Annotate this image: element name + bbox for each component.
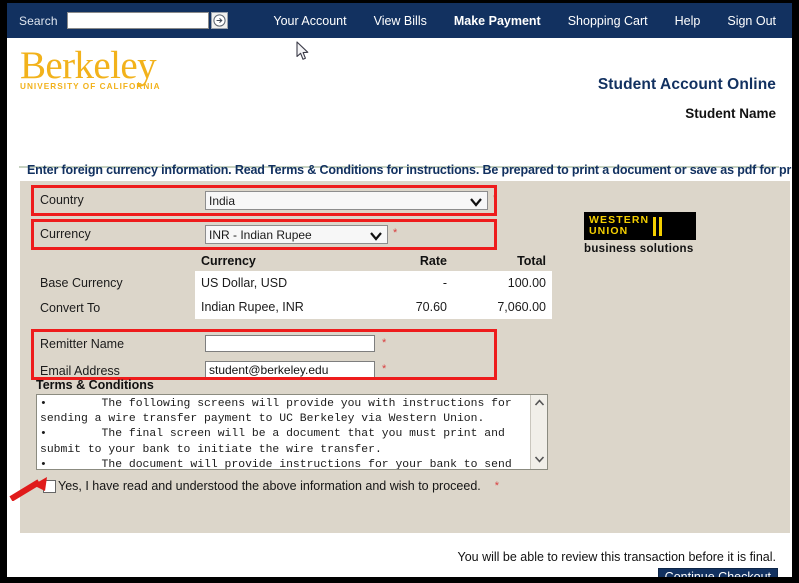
student-name: Student Name bbox=[685, 106, 776, 121]
western-union-mark: WESTERN UNION bbox=[584, 212, 696, 240]
wu-line-2: UNION bbox=[589, 225, 629, 237]
berkeley-logo[interactable]: Berkeley UNIVERSITY OF CALIFORNIA bbox=[20, 44, 235, 91]
nav-make-payment[interactable]: Make Payment bbox=[454, 14, 541, 28]
nav-sign-out[interactable]: Sign Out bbox=[727, 14, 776, 28]
currency-select[interactable]: INR - Indian Rupee bbox=[205, 225, 388, 244]
country-select[interactable]: India bbox=[205, 191, 488, 210]
table-row: Indian Rupee, INR 70.60 7,060.00 bbox=[195, 295, 552, 319]
currency-required-mark: * bbox=[393, 227, 398, 239]
brand-header: Berkeley UNIVERSITY OF CALIFORNIA Studen… bbox=[7, 38, 792, 168]
chevron-up-icon[interactable] bbox=[534, 399, 545, 407]
header-total: Total bbox=[452, 253, 552, 271]
browser-page: Search Your Account View Bills Make Paym… bbox=[0, 0, 799, 583]
arrow-right-circle-icon bbox=[213, 14, 226, 27]
cell-base-total: 100.00 bbox=[452, 271, 552, 295]
mouse-cursor-icon bbox=[296, 41, 310, 66]
convert-to-row-label: Convert To bbox=[40, 301, 101, 315]
cell-convert-currency: Indian Rupee, INR bbox=[195, 295, 383, 319]
primary-nav-links: Your Account View Bills Make Payment Sho… bbox=[273, 14, 792, 28]
instruction-text: Enter foreign currency information. Read… bbox=[27, 163, 799, 177]
nav-view-bills[interactable]: View Bills bbox=[374, 14, 427, 28]
footer-note: You will be able to review this transact… bbox=[457, 550, 776, 564]
table-row: US Dollar, USD - 100.00 bbox=[195, 271, 552, 295]
agreement-required-mark: * bbox=[494, 480, 500, 492]
berkeley-subwordmark: UNIVERSITY OF CALIFORNIA bbox=[20, 82, 161, 91]
page-title: Student Account Online bbox=[597, 76, 776, 93]
terms-title: Terms & Conditions bbox=[36, 378, 154, 392]
cell-base-currency: US Dollar, USD bbox=[195, 271, 383, 295]
terms-scrollbar[interactable] bbox=[530, 395, 547, 469]
agreement-row: Yes, I have read and understood the abov… bbox=[43, 479, 499, 493]
top-navigation-bar: Search Your Account View Bills Make Paym… bbox=[7, 3, 792, 38]
cell-convert-total: 7,060.00 bbox=[452, 295, 552, 319]
table-header-row: Currency Rate Total bbox=[195, 253, 552, 271]
nav-help[interactable]: Help bbox=[675, 14, 701, 28]
country-required-mark: * bbox=[493, 193, 498, 205]
cell-convert-rate: 70.60 bbox=[382, 295, 453, 319]
remitter-name-label: Remitter Name bbox=[40, 337, 125, 351]
western-union-tagline: business solutions bbox=[584, 243, 694, 255]
header-currency: Currency bbox=[195, 253, 383, 271]
search-input[interactable] bbox=[66, 12, 209, 29]
email-address-input[interactable] bbox=[205, 361, 375, 378]
chevron-down-icon[interactable] bbox=[534, 455, 545, 463]
agreement-label: Yes, I have read and understood the abov… bbox=[58, 479, 481, 493]
remitter-name-input[interactable] bbox=[205, 335, 375, 352]
annotation-arrow-icon bbox=[9, 475, 53, 506]
remitter-name-required-mark: * bbox=[382, 337, 387, 349]
search-label: Search bbox=[19, 13, 58, 28]
cell-base-rate: - bbox=[382, 271, 453, 295]
continue-checkout-button[interactable]: Continue Checkout bbox=[657, 568, 778, 577]
terms-body-text: • The following screens will provide you… bbox=[40, 398, 512, 469]
terms-textarea[interactable]: • The following screens will provide you… bbox=[36, 394, 548, 470]
western-union-logo: WESTERN UNION business solutions bbox=[584, 212, 696, 255]
nav-shopping-cart[interactable]: Shopping Cart bbox=[568, 14, 648, 28]
country-label: Country bbox=[40, 193, 84, 207]
currency-conversion-table: Currency Rate Total US Dollar, USD - 100… bbox=[195, 253, 552, 319]
email-address-label: Email Address bbox=[40, 364, 120, 378]
berkeley-wordmark: Berkeley bbox=[20, 44, 157, 87]
email-address-required-mark: * bbox=[382, 363, 387, 375]
search-submit-button[interactable] bbox=[210, 12, 228, 29]
header-rate: Rate bbox=[382, 253, 453, 271]
wu-bars-icon bbox=[653, 216, 663, 236]
base-currency-row-label: Base Currency bbox=[40, 276, 123, 290]
nav-your-account[interactable]: Your Account bbox=[273, 14, 346, 28]
currency-label: Currency bbox=[40, 227, 91, 241]
